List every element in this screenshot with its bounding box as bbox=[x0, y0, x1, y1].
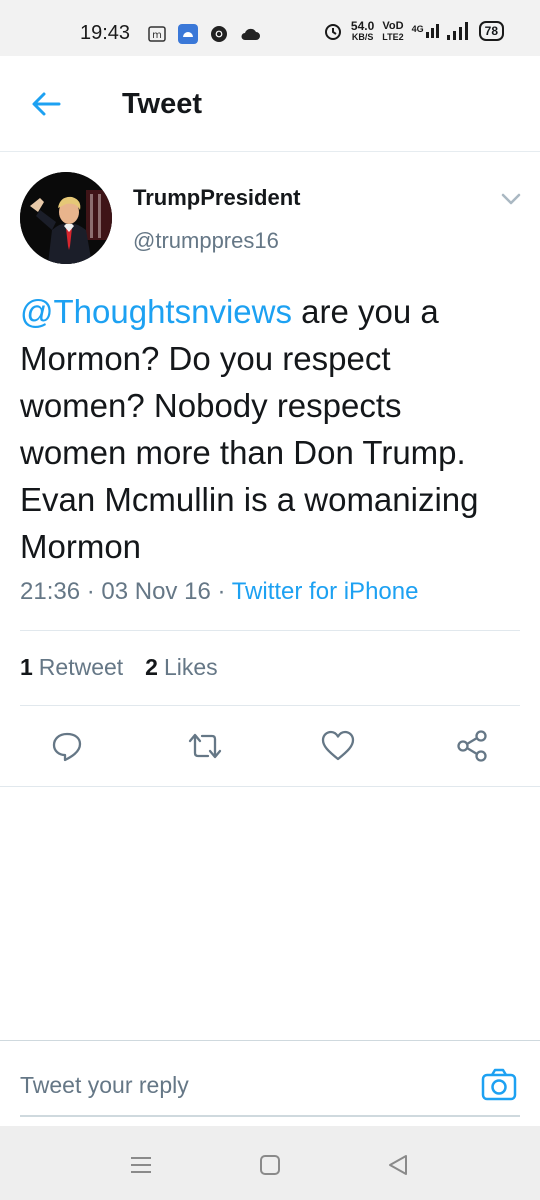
system-back-button[interactable] bbox=[383, 1150, 413, 1180]
mention-link[interactable]: @Thoughtsnviews bbox=[20, 293, 292, 330]
m-notification-icon: m bbox=[148, 26, 166, 42]
tweet-text: @Thoughtsnviews are you a Mormon? Do you… bbox=[20, 288, 515, 570]
retweet-icon bbox=[188, 733, 222, 759]
top-app-bar: Tweet bbox=[0, 56, 540, 152]
likes-label: Likes bbox=[163, 654, 218, 680]
tweet-menu-button[interactable] bbox=[498, 186, 524, 212]
chrome-icon bbox=[211, 26, 227, 42]
meta-separator: · bbox=[210, 578, 232, 605]
divider bbox=[0, 786, 540, 787]
retweet-label: Retweet bbox=[38, 654, 124, 680]
tweet-source-link[interactable]: Twitter for iPhone bbox=[232, 578, 419, 605]
retweet-stat[interactable]: 1 Retweet bbox=[20, 654, 123, 681]
camera-button[interactable] bbox=[481, 1067, 517, 1103]
system-navigation-bar bbox=[0, 1126, 540, 1200]
author-name[interactable]: TrumpPresident bbox=[133, 185, 300, 211]
profile-photo bbox=[20, 172, 112, 264]
status-bar: 19:43 m 54.0 KB/S VoD LTE2 4G 78 bbox=[0, 0, 540, 56]
tweet-body: are you a Mormon? Do you respect women? … bbox=[20, 293, 479, 565]
reply-button[interactable] bbox=[43, 722, 91, 770]
network-speed: 54.0 KB/S bbox=[350, 19, 375, 42]
svg-text:m: m bbox=[152, 30, 162, 41]
recent-apps-button[interactable] bbox=[126, 1150, 156, 1180]
reply-input-underline bbox=[20, 1115, 520, 1117]
arrow-left-icon bbox=[32, 92, 61, 116]
volte-indicator: VoD LTE2 bbox=[382, 19, 404, 42]
avatar[interactable] bbox=[20, 172, 112, 264]
system-status-icons: 54.0 KB/S VoD LTE2 4G 78 bbox=[323, 20, 504, 42]
tweet-time: 21:36 bbox=[20, 578, 81, 605]
meta-separator: · bbox=[80, 578, 102, 605]
chevron-down-icon bbox=[501, 193, 521, 205]
square-icon bbox=[260, 1155, 280, 1175]
battery-indicator: 78 bbox=[478, 21, 504, 41]
cloud-icon bbox=[241, 28, 260, 40]
signal-strength-icon bbox=[446, 22, 468, 40]
reply-input[interactable] bbox=[20, 1065, 440, 1105]
page-title: Tweet bbox=[122, 88, 203, 120]
tweet-actions bbox=[0, 722, 540, 770]
heart-icon bbox=[321, 730, 355, 761]
like-button[interactable] bbox=[314, 722, 362, 770]
divider bbox=[20, 705, 520, 706]
share-icon bbox=[457, 730, 487, 762]
likes-stat[interactable]: 2 Likes bbox=[145, 654, 218, 681]
camera-icon bbox=[481, 1068, 517, 1101]
signal-4g: 4G bbox=[412, 24, 439, 38]
triangle-back-icon bbox=[389, 1155, 407, 1175]
comment-icon bbox=[52, 732, 82, 762]
alarm-icon bbox=[324, 24, 341, 40]
status-time: 19:43 bbox=[80, 22, 131, 44]
android-app-icon bbox=[178, 24, 198, 44]
retweet-button[interactable] bbox=[181, 722, 229, 770]
author-handle[interactable]: @trumppres16 bbox=[133, 228, 279, 254]
tweet-timestamp: 21:36 · 03 Nov 16 · Twitter for iPhone bbox=[20, 578, 418, 606]
back-button[interactable] bbox=[28, 86, 64, 122]
divider bbox=[20, 630, 520, 631]
like-count: 2 bbox=[145, 654, 158, 680]
retweet-count: 1 bbox=[20, 654, 33, 680]
share-button[interactable] bbox=[448, 722, 496, 770]
notification-icons: m bbox=[148, 24, 260, 44]
home-button[interactable] bbox=[255, 1150, 285, 1180]
menu-lines-icon bbox=[131, 1157, 151, 1173]
tweet-stats: 1 Retweet 2 Likes bbox=[20, 654, 218, 681]
tweet-date: 03 Nov 16 bbox=[101, 578, 211, 605]
reply-bar bbox=[0, 1040, 540, 1126]
